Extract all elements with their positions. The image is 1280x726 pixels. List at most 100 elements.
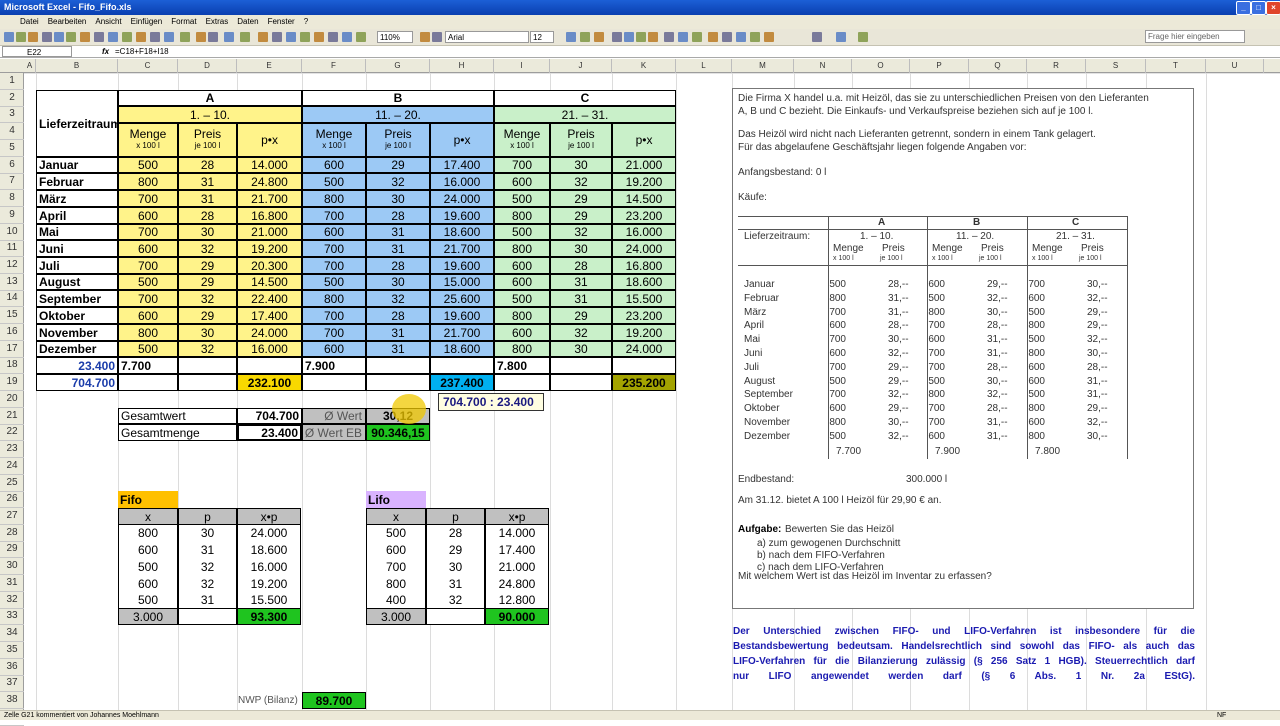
cell-px-b[interactable]: 19.600 bbox=[430, 257, 494, 274]
cell-preis-b[interactable]: 30 bbox=[366, 190, 430, 207]
toolbar-icon-43[interactable] bbox=[812, 32, 822, 42]
cell-px-a[interactable]: 20.300 bbox=[237, 257, 302, 274]
column-header-J[interactable]: J bbox=[550, 59, 612, 73]
row-header-16[interactable]: 16 bbox=[0, 324, 24, 341]
cell-preis-a[interactable]: 29 bbox=[178, 257, 237, 274]
cell-menge-a[interactable]: 800 bbox=[118, 173, 178, 190]
column-header-Q[interactable]: Q bbox=[969, 59, 1027, 73]
toolbar-icon-44[interactable] bbox=[836, 32, 846, 42]
px-header-b[interactable]: p•x bbox=[430, 123, 494, 157]
month-label[interactable]: Mai bbox=[36, 224, 118, 240]
cell-menge-c[interactable]: 600 bbox=[494, 274, 550, 290]
fifo-header-x[interactable]: x bbox=[118, 508, 178, 525]
column-header-N[interactable]: N bbox=[794, 59, 852, 73]
cell-px-b[interactable]: 21.700 bbox=[430, 324, 494, 341]
close-button[interactable]: × bbox=[1266, 1, 1280, 15]
empty-cell[interactable] bbox=[430, 357, 494, 374]
cell-menge-a[interactable]: 700 bbox=[118, 224, 178, 240]
cell-preis-a[interactable]: 32 bbox=[178, 341, 237, 357]
row-header-29[interactable]: 29 bbox=[0, 541, 24, 558]
column-header-C[interactable]: C bbox=[118, 59, 178, 73]
fifo-cell-xp[interactable]: 18.600 bbox=[237, 541, 301, 558]
sum-menge-cell[interactable]: 7.900 bbox=[302, 357, 366, 374]
column-header-U[interactable]: U bbox=[1206, 59, 1264, 73]
lieferzeitraum-label[interactable]: Lieferzeitraum: bbox=[36, 90, 118, 157]
row-header-5[interactable]: 5 bbox=[0, 140, 24, 157]
font-select[interactable]: Arial bbox=[445, 31, 529, 43]
month-label[interactable]: Oktober bbox=[36, 307, 118, 324]
cell-px-a[interactable]: 14.000 bbox=[237, 157, 302, 173]
toolbar-icon-5[interactable] bbox=[66, 32, 76, 42]
row-header-11[interactable]: 11 bbox=[0, 240, 24, 257]
empty-cell[interactable] bbox=[237, 357, 302, 374]
toolbar-icon-34[interactable] bbox=[648, 32, 658, 42]
toolbar-icon-22[interactable] bbox=[314, 32, 324, 42]
toolbar-icon-35[interactable] bbox=[664, 32, 674, 42]
toolbar-icon-15[interactable] bbox=[208, 32, 218, 42]
cell-menge-c[interactable]: 800 bbox=[494, 240, 550, 257]
preis-header-b[interactable]: Preis je 100 l bbox=[366, 123, 430, 157]
toolbar-icon-18[interactable] bbox=[258, 32, 268, 42]
toolbar-icon-20[interactable] bbox=[286, 32, 296, 42]
cell-preis-c[interactable]: 32 bbox=[550, 224, 612, 240]
toolbar-icon-32[interactable] bbox=[624, 32, 634, 42]
lifo-cell-p[interactable]: 29 bbox=[426, 541, 485, 558]
fifo-sum-empty[interactable] bbox=[178, 608, 237, 625]
toolbar-icon-21[interactable] bbox=[300, 32, 310, 42]
preis-header-c[interactable]: Preis je 100 l bbox=[550, 123, 612, 157]
sum-menge-cell[interactable]: 7.700 bbox=[118, 357, 178, 374]
cell-preis-a[interactable]: 32 bbox=[178, 240, 237, 257]
column-header-A[interactable]: A bbox=[24, 59, 36, 73]
cell-preis-b[interactable]: 28 bbox=[366, 257, 430, 274]
maximize-button[interactable]: □ bbox=[1251, 1, 1266, 15]
column-header-K[interactable]: K bbox=[612, 59, 676, 73]
cell-menge-c[interactable]: 500 bbox=[494, 190, 550, 207]
cell-px-b[interactable]: 24.000 bbox=[430, 190, 494, 207]
toolbar-icon-7[interactable] bbox=[94, 32, 104, 42]
cell-preis-b[interactable]: 29 bbox=[366, 157, 430, 173]
fifo-cell-p[interactable]: 30 bbox=[178, 525, 237, 541]
menu-item-0[interactable]: Datei bbox=[20, 17, 39, 26]
row-header-1[interactable]: 1 bbox=[0, 73, 24, 90]
toolbar-icon-4[interactable] bbox=[54, 32, 64, 42]
fifo-cell-x[interactable]: 600 bbox=[118, 575, 178, 592]
formula-input[interactable]: =C18+F18+I18 bbox=[115, 46, 169, 58]
toolbar-icon-38[interactable] bbox=[708, 32, 718, 42]
toolbar-icon-23[interactable] bbox=[328, 32, 338, 42]
column-header-R[interactable]: R bbox=[1027, 59, 1086, 73]
lifo-header-p[interactable]: p bbox=[426, 508, 485, 525]
cell-preis-c[interactable]: 31 bbox=[550, 290, 612, 307]
row-header-38[interactable]: 38 bbox=[0, 692, 24, 709]
avg-label[interactable]: Ø Wert bbox=[302, 408, 366, 424]
cell-preis-c[interactable]: 32 bbox=[550, 173, 612, 190]
row-header-32[interactable]: 32 bbox=[0, 592, 24, 609]
lifo-cell-x[interactable]: 500 bbox=[366, 525, 426, 541]
column-header-S[interactable]: S bbox=[1086, 59, 1146, 73]
empty-cell[interactable] bbox=[366, 357, 430, 374]
cell-px-c[interactable]: 19.200 bbox=[612, 173, 676, 190]
fifo-cell-xp[interactable]: 16.000 bbox=[237, 558, 301, 575]
month-label[interactable]: Januar bbox=[36, 157, 118, 173]
toolbar-icon-30[interactable] bbox=[594, 32, 604, 42]
toolbar-icon-16[interactable] bbox=[224, 32, 234, 42]
row-header-26[interactable]: 26 bbox=[0, 491, 24, 508]
fifo-cell-p[interactable]: 31 bbox=[178, 592, 237, 608]
column-header-F[interactable]: F bbox=[302, 59, 366, 73]
toolbar-icon-42[interactable] bbox=[764, 32, 774, 42]
cell-px-c[interactable]: 16.800 bbox=[612, 257, 676, 274]
cell-px-c[interactable]: 23.200 bbox=[612, 307, 676, 324]
toolbar-icon-19[interactable] bbox=[272, 32, 282, 42]
cell-menge-c[interactable]: 800 bbox=[494, 307, 550, 324]
column-header-B[interactable]: B bbox=[36, 59, 118, 73]
cell-menge-b[interactable]: 700 bbox=[302, 257, 366, 274]
toolbar-icon-14[interactable] bbox=[196, 32, 206, 42]
fifo-cell-x[interactable]: 500 bbox=[118, 558, 178, 575]
cell-menge-b[interactable]: 500 bbox=[302, 173, 366, 190]
cell-px-c[interactable]: 16.000 bbox=[612, 224, 676, 240]
empty-cell[interactable] bbox=[178, 357, 237, 374]
cell-menge-a[interactable]: 500 bbox=[118, 274, 178, 290]
row-header-33[interactable]: 33 bbox=[0, 608, 24, 625]
toolbar-icon-26[interactable] bbox=[420, 32, 430, 42]
cell-px-c[interactable]: 14.500 bbox=[612, 190, 676, 207]
month-label[interactable]: Februar bbox=[36, 173, 118, 190]
